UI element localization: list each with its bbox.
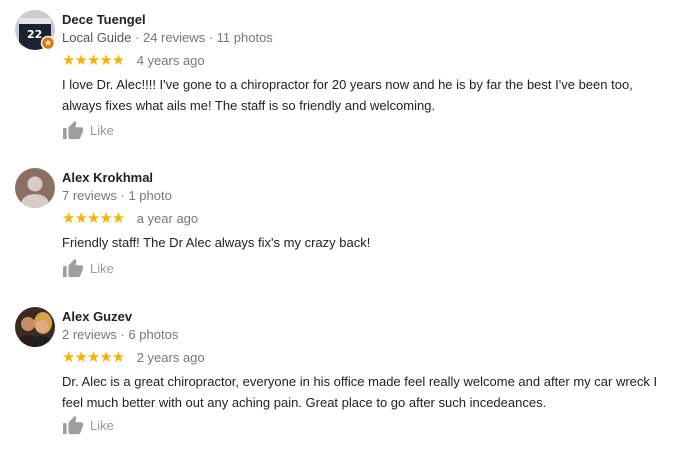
avatar-image: 22 xyxy=(15,10,56,51)
star-rating: ★★★★★ xyxy=(62,52,125,69)
reviewer-name[interactable]: Alex Guzev xyxy=(62,309,132,324)
review-text: I love Dr. Alec!!!! I've gone to a chiro… xyxy=(62,77,633,113)
review-text: Friendly staff! The Dr Alec always fix's… xyxy=(62,235,371,250)
avatar[interactable] xyxy=(15,307,55,347)
avatar[interactable] xyxy=(15,168,55,208)
thumbs-up-icon xyxy=(63,120,83,140)
rating-row: ★★★★★ a year ago xyxy=(62,211,198,227)
avatar-image xyxy=(15,168,55,208)
svg-text:22: 22 xyxy=(27,28,42,41)
like-label: Like xyxy=(90,122,114,138)
avatar-image xyxy=(15,307,55,347)
star-rating: ★★★★★ xyxy=(62,210,125,227)
thumbs-up-icon xyxy=(63,415,83,435)
review-item: Alex Krokhmal 7 reviews · 1 photo ★★★★★ … xyxy=(0,168,673,283)
reviewer-name[interactable]: Dece Tuengel xyxy=(62,12,146,27)
rating-row: ★★★★★ 2 years ago xyxy=(62,350,205,366)
review-text: Dr. Alec is a great chiropractor, everyo… xyxy=(62,374,658,410)
reviewer-name[interactable]: Alex Krokhmal xyxy=(62,170,153,185)
avatar[interactable]: 22 xyxy=(15,10,56,51)
review-time: a year ago xyxy=(136,211,199,226)
review-time: 4 years ago xyxy=(136,53,205,68)
thumbs-up-icon xyxy=(63,258,83,278)
reviewer-stats: 24 reviews · 11 photos xyxy=(142,30,273,45)
like-button[interactable]: Like xyxy=(62,119,114,141)
reviewer-stats: 7 reviews · 1 photo xyxy=(62,188,172,203)
like-label: Like xyxy=(90,417,114,433)
review-item: 22 Dece Tuengel Local Guide · 24 reviews… xyxy=(0,10,673,145)
star-rating: ★★★★★ xyxy=(62,349,125,366)
meta-separator: · xyxy=(135,30,143,45)
rating-row: ★★★★★ 4 years ago xyxy=(62,53,205,69)
like-label: Like xyxy=(90,260,114,276)
reviewer-stats: 2 reviews · 6 photos xyxy=(62,327,179,342)
like-button[interactable]: Like xyxy=(62,414,114,436)
like-button[interactable]: Like xyxy=(62,257,114,279)
reviewer-meta: Local Guide · 24 reviews · 11 photos xyxy=(62,30,273,45)
local-guide-label: Local Guide xyxy=(62,30,132,45)
review-item: Alex Guzev 2 reviews · 6 photos ★★★★★ 2 … xyxy=(0,307,673,447)
review-time: 2 years ago xyxy=(136,350,205,365)
